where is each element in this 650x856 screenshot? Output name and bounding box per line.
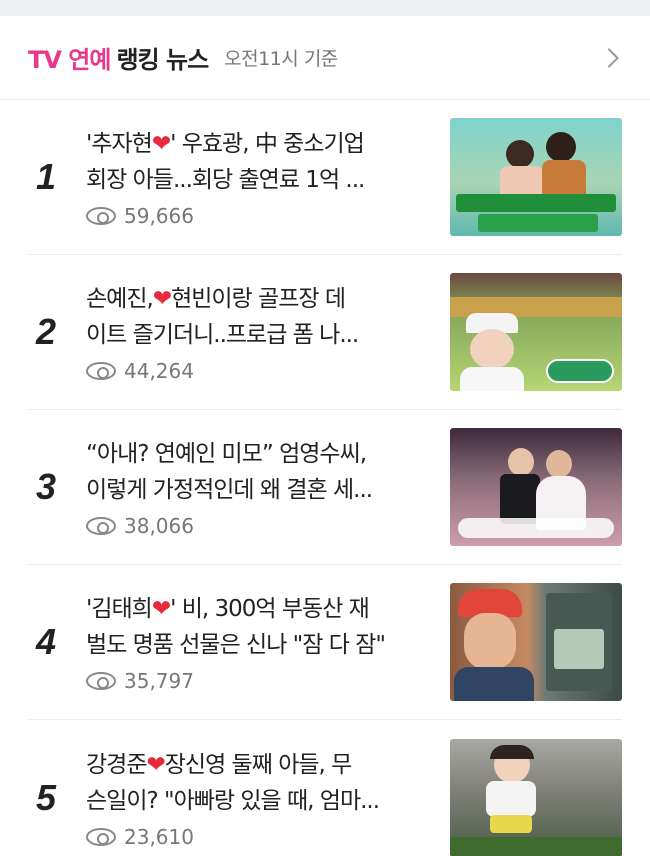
rank-number: 4: [36, 621, 57, 662]
headline-part: ' 우효광, 中 중소기업: [170, 131, 365, 157]
ranking-list: 1 '추자현❤' 우효광, 中 중소기업 회장 아들...회당 출연료 1억 .…: [0, 100, 650, 856]
view-count: 59,666: [86, 204, 430, 228]
headline-part: “아내? 연예인 미모” 엄영수씨,: [86, 441, 367, 467]
headline-part: 벌도 명품 선물은 신나 "잠 다 잠": [86, 632, 386, 658]
heart-icon: ❤: [151, 596, 171, 622]
headline-part: 이트 즐기더니..프로급 폼 나...: [86, 322, 359, 348]
eye-icon: [86, 517, 116, 535]
article-thumbnail[interactable]: [450, 583, 622, 701]
headline-part: 강경준: [86, 751, 147, 778]
section-header[interactable]: TV 연예 랭킹 뉴스 오전11시 기준: [0, 16, 650, 100]
eye-icon: [86, 207, 116, 225]
view-count-value: 23,610: [124, 824, 194, 849]
headline-part: '김태희: [86, 596, 153, 622]
headline-part: 장신영 둘째 아들, 무: [164, 751, 353, 778]
headline-part: 회장 아들...회당 출연료 1억 ...: [86, 167, 365, 193]
headline-part: 현빈이랑 골프장 데: [171, 286, 346, 312]
eye-icon: [86, 672, 116, 690]
chevron-right-icon[interactable]: [599, 47, 619, 68]
ranking-item-3[interactable]: 3 “아내? 연예인 미모” 엄영수씨, 이렇게 가정적인데 왜 결혼 세...…: [28, 410, 622, 565]
section-title: TV 연예 랭킹 뉴스: [28, 40, 209, 75]
headline[interactable]: 손예진,❤현빈이랑 골프장 데 이트 즐기더니..프로급 폼 나...: [86, 281, 430, 353]
rank-number: 2: [36, 311, 57, 352]
article-thumbnail[interactable]: [450, 428, 622, 546]
eye-icon: [86, 827, 116, 846]
video-caption-bar: [458, 518, 614, 538]
rank-number: 5: [36, 776, 57, 818]
section-title-rest: 랭킹 뉴스: [116, 46, 209, 74]
heart-icon: ❤: [151, 131, 171, 157]
view-count: 23,610: [86, 825, 430, 849]
view-count: 38,066: [86, 514, 430, 538]
heart-icon: ❤: [146, 751, 165, 778]
ranking-item-2[interactable]: 2 손예진,❤현빈이랑 골프장 데 이트 즐기더니..프로급 폼 나... 44…: [28, 255, 622, 410]
article-thumbnail[interactable]: [450, 273, 622, 391]
ranking-item-4[interactable]: 4 '김태희❤' 비, 300억 부동산 재 벌도 명품 선물은 신나 "잠 다…: [28, 565, 622, 720]
headline[interactable]: '추자현❤' 우효광, 中 중소기업 회장 아들...회당 출연료 1억 ...: [86, 126, 430, 198]
eye-icon: [86, 362, 116, 380]
section-title-highlight: TV 연예: [28, 46, 111, 74]
rank-number: 1: [36, 156, 57, 197]
ranking-item-5[interactable]: 5 강경준❤장신영 둘째 아들, 무 슨일이? "아빠랑 있을 때, 엄마...…: [28, 720, 622, 856]
section-timestamp: 오전11시 기준: [224, 48, 338, 70]
headline[interactable]: 강경준❤장신영 둘째 아들, 무 슨일이? "아빠랑 있을 때, 엄마...: [86, 747, 430, 819]
headline-part: '추자현: [86, 131, 153, 157]
headline-part: 이렇게 가정적인데 왜 결혼 세...: [86, 477, 373, 503]
headline[interactable]: “아내? 연예인 미모” 엄영수씨, 이렇게 가정적인데 왜 결혼 세...: [86, 436, 430, 508]
headline-part: ' 비, 300억 부동산 재: [170, 596, 370, 622]
ranking-item-1[interactable]: 1 '추자현❤' 우효광, 中 중소기업 회장 아들...회당 출연료 1억 .…: [28, 100, 622, 255]
top-band: [0, 0, 650, 16]
article-thumbnail[interactable]: [450, 118, 622, 236]
rank-number: 3: [36, 466, 57, 507]
headline-part: 슨일이? "아빠랑 있을 때, 엄마...: [86, 787, 380, 814]
view-count-value: 38,066: [124, 514, 194, 538]
name-caption-badge: [546, 359, 614, 383]
view-count-value: 44,264: [124, 359, 194, 383]
headline-part: 손예진,: [86, 286, 154, 312]
view-count: 35,797: [86, 669, 430, 693]
view-count-value: 59,666: [124, 204, 194, 228]
view-count-value: 35,797: [124, 669, 194, 693]
view-count: 44,264: [86, 359, 430, 383]
article-thumbnail[interactable]: [450, 738, 622, 856]
headline[interactable]: '김태희❤' 비, 300억 부동산 재 벌도 명품 선물은 신나 "잠 다 잠…: [86, 591, 430, 663]
heart-icon: ❤: [152, 286, 172, 312]
